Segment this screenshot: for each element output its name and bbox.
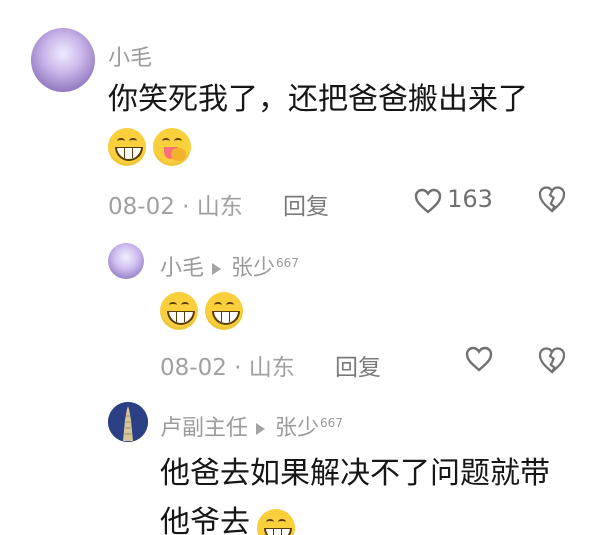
grin-emoji-icon xyxy=(257,508,296,535)
reply-target-suffix: 667 xyxy=(320,415,343,430)
avatar[interactable] xyxy=(31,28,95,92)
reply-arrow-icon xyxy=(212,263,222,275)
comment-content: 他爸去如果解决不了问题就带 xyxy=(160,456,550,491)
grin-emoji-icon xyxy=(108,128,146,166)
tower-avatar-icon xyxy=(108,402,148,442)
reply-target-suffix: 667 xyxy=(276,255,299,270)
reply-arrow-icon xyxy=(256,423,266,435)
avatar[interactable] xyxy=(108,243,144,279)
reply-button[interactable]: 回复 xyxy=(283,187,329,221)
reply-target[interactable]: 张少 xyxy=(231,256,275,281)
heart-icon xyxy=(465,346,493,376)
reply-button[interactable]: 回复 xyxy=(335,348,381,382)
tongue-emoji-icon xyxy=(153,128,192,166)
dislike-button[interactable] xyxy=(537,346,567,378)
comment-emoji-row xyxy=(108,128,192,166)
comment-content-partial: 他爷去 xyxy=(160,505,250,535)
comment-meta: 08-02 · 山东 xyxy=(160,355,295,381)
like-button[interactable] xyxy=(465,346,493,376)
reply-header: 小毛 张少667 xyxy=(160,250,299,282)
reply-target[interactable]: 张少 xyxy=(275,416,319,441)
grin-emoji-icon xyxy=(205,292,244,330)
like-button[interactable]: 163 xyxy=(414,185,493,218)
comment-author[interactable]: 小毛 xyxy=(108,40,152,72)
dislike-button[interactable] xyxy=(537,185,567,217)
comment-content: 你笑死我了，还把爸爸搬出来了 xyxy=(108,82,528,117)
comment-content-partial-row: 他爷去 xyxy=(160,505,296,535)
comment-author[interactable]: 卢副主任 xyxy=(160,416,248,441)
broken-heart-icon xyxy=(537,185,567,217)
grin-emoji-icon xyxy=(160,292,198,330)
comment-meta: 08-02 · 山东 xyxy=(108,194,243,220)
heart-icon xyxy=(414,188,442,218)
reply-header: 卢副主任 张少667 xyxy=(160,410,343,442)
avatar[interactable] xyxy=(108,402,148,442)
broken-heart-icon xyxy=(537,346,567,378)
comment-emoji-row xyxy=(160,292,244,330)
comment-author[interactable]: 小毛 xyxy=(160,256,204,281)
like-count: 163 xyxy=(447,185,493,213)
